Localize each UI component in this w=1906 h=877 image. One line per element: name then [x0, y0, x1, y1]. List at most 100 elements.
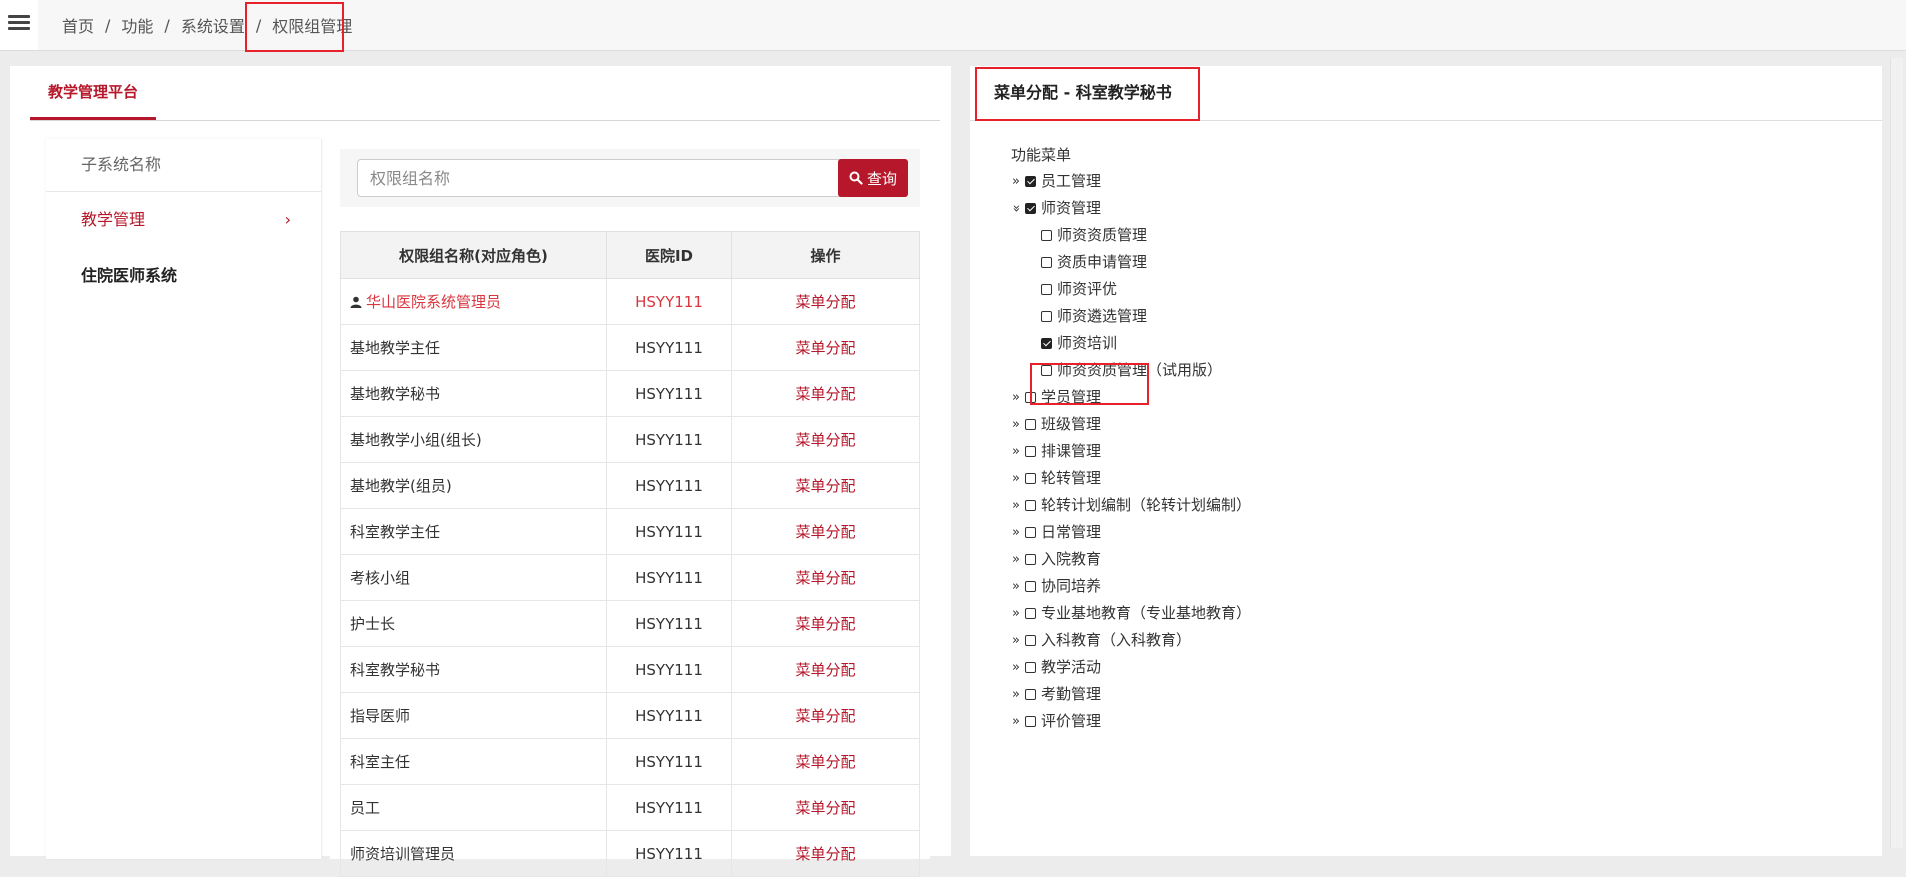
- assign-menu-link[interactable]: 菜单分配: [795, 339, 855, 357]
- table-cell-action: 菜单分配: [731, 830, 920, 877]
- tree-leaf-label[interactable]: 师资评优: [1057, 276, 1117, 303]
- tree-node-label[interactable]: 师资管理: [1041, 195, 1101, 222]
- table-header-row: 权限组名称(对应角色) 医院ID 操作: [340, 231, 920, 279]
- checkbox-icon[interactable]: [1025, 662, 1036, 673]
- table-cell-action: 菜单分配: [731, 554, 920, 601]
- checkbox-icon[interactable]: [1025, 554, 1036, 565]
- table-row: 科室教学秘书 HSYY111 菜单分配: [340, 646, 920, 693]
- tree-node-label[interactable]: 班级管理: [1041, 411, 1101, 438]
- assign-menu-link[interactable]: 菜单分配: [795, 799, 855, 817]
- tree-node-label[interactable]: 入科教育（入科教育）: [1041, 627, 1191, 654]
- breadcrumb-home[interactable]: 首页: [62, 13, 94, 37]
- checkbox-icon[interactable]: [1025, 608, 1036, 619]
- assign-menu-link[interactable]: 菜单分配: [795, 385, 855, 403]
- checkbox-icon[interactable]: [1025, 581, 1036, 592]
- checkbox-icon[interactable]: [1041, 284, 1052, 295]
- search-button[interactable]: 查询: [838, 159, 908, 197]
- breadcrumb-system-settings[interactable]: 系统设置: [181, 13, 245, 37]
- table-cell-name: 华山医院系统管理员: [340, 278, 607, 325]
- annotation-box-title: [975, 67, 1200, 121]
- tree-leaf-label[interactable]: 师资资质管理: [1057, 222, 1147, 249]
- assign-menu-link[interactable]: 菜单分配: [795, 293, 855, 311]
- expand-icon[interactable]: »: [1009, 384, 1023, 411]
- tree-node-label[interactable]: 入院教育: [1041, 546, 1101, 573]
- expand-icon[interactable]: »: [1009, 681, 1023, 708]
- menu-toggle-icon[interactable]: [8, 12, 30, 34]
- checkbox-checked-icon[interactable]: [1041, 338, 1052, 349]
- assign-menu-link[interactable]: 菜单分配: [795, 431, 855, 449]
- checkbox-checked-icon[interactable]: [1025, 176, 1036, 187]
- tree-node-label[interactable]: 评价管理: [1041, 708, 1101, 735]
- tree-node-label[interactable]: 考勤管理: [1041, 681, 1101, 708]
- assign-menu-link[interactable]: 菜单分配: [795, 661, 855, 679]
- checkbox-icon[interactable]: [1025, 446, 1036, 457]
- tree-node-label[interactable]: 教学活动: [1041, 654, 1101, 681]
- tree-node-label[interactable]: 轮转计划编制（轮转计划编制）: [1041, 492, 1251, 519]
- table-cell-action: 菜单分配: [731, 646, 920, 693]
- tree-root-label: 功能菜单: [1011, 146, 1072, 164]
- checkbox-icon[interactable]: [1025, 716, 1036, 727]
- expand-icon[interactable]: »: [1009, 708, 1023, 735]
- assign-menu-link[interactable]: 菜单分配: [795, 523, 855, 541]
- expand-icon[interactable]: »: [1009, 519, 1023, 546]
- checkbox-icon[interactable]: [1025, 689, 1036, 700]
- subsystem-item-resident[interactable]: 住院医师系统: [46, 248, 321, 304]
- tree-node-schedule: » 排课管理: [1009, 438, 1251, 465]
- subsystem-item-teaching[interactable]: 教学管理 ›: [46, 192, 321, 248]
- table-cell-action: 菜单分配: [731, 370, 920, 417]
- vertical-scrollbar[interactable]: [1890, 58, 1903, 848]
- assign-menu-link[interactable]: 菜单分配: [795, 615, 855, 633]
- table-row: 基地教学主任 HSYY111 菜单分配: [340, 324, 920, 371]
- breadcrumb-separator: /: [164, 15, 170, 35]
- tree-leaf-label[interactable]: 师资培训: [1057, 330, 1117, 357]
- tree-leaf-label[interactable]: 师资遴选管理: [1057, 303, 1147, 330]
- tree-leaf-label[interactable]: 资质申请管理: [1057, 249, 1147, 276]
- expand-icon[interactable]: »: [1009, 573, 1023, 600]
- assign-menu-link[interactable]: 菜单分配: [795, 569, 855, 587]
- breadcrumb-function[interactable]: 功能: [121, 13, 153, 37]
- checkbox-icon[interactable]: [1025, 419, 1036, 430]
- checkbox-icon[interactable]: [1025, 635, 1036, 646]
- tab-teaching-platform[interactable]: 教学管理平台: [30, 66, 157, 120]
- tree-node-label[interactable]: 日常管理: [1041, 519, 1101, 546]
- search-button-label: 查询: [866, 169, 897, 188]
- table-cell-hospital-id: HSYY111: [606, 738, 732, 785]
- tree-node-rotation: » 轮转管理: [1009, 465, 1251, 492]
- table-cell-name: 基地教学秘书: [340, 370, 607, 417]
- table-row: 基地教学小组(组长) HSYY111 菜单分配: [340, 416, 920, 463]
- tree-node-label[interactable]: 轮转管理: [1041, 465, 1101, 492]
- assign-menu-link[interactable]: 菜单分配: [795, 753, 855, 771]
- expand-icon[interactable]: »: [1009, 654, 1023, 681]
- checkbox-icon[interactable]: [1025, 473, 1036, 484]
- tree-leaf: 师资资质管理: [1009, 222, 1251, 249]
- expand-icon[interactable]: »: [1009, 627, 1023, 654]
- expand-icon[interactable]: »: [1009, 465, 1023, 492]
- permission-group-table: 权限组名称(对应角色) 医院ID 操作 华山医院系统管理员 HSYY111 菜单…: [340, 231, 920, 877]
- table-cell-hospital-id: HSYY111: [606, 278, 732, 325]
- expand-icon[interactable]: »: [1009, 411, 1023, 438]
- assign-menu-link[interactable]: 菜单分配: [795, 707, 855, 725]
- checkbox-icon[interactable]: [1041, 311, 1052, 322]
- assign-menu-link[interactable]: 菜单分配: [795, 477, 855, 495]
- tree-node-label[interactable]: 员工管理: [1041, 168, 1101, 195]
- checkbox-icon[interactable]: [1041, 257, 1052, 268]
- checkbox-icon[interactable]: [1025, 527, 1036, 538]
- tree-node-label[interactable]: 排课管理: [1041, 438, 1101, 465]
- checkbox-icon[interactable]: [1041, 230, 1052, 241]
- table-cell-hospital-id: HSYY111: [606, 508, 732, 555]
- tree-node-admission-education: » 入院教育: [1009, 546, 1251, 573]
- right-panel: 菜单分配 - 科室教学秘书 功能菜单 » 员工管理 » 师资管理 师资资质管理 …: [970, 66, 1882, 856]
- tree-leaf: 资质申请管理: [1009, 249, 1251, 276]
- permission-group-search-input[interactable]: [357, 159, 841, 197]
- checkbox-checked-icon[interactable]: [1025, 203, 1036, 214]
- expand-icon[interactable]: »: [1009, 168, 1023, 195]
- assign-menu-link[interactable]: 菜单分配: [795, 845, 855, 863]
- expand-icon[interactable]: »: [1009, 600, 1023, 627]
- checkbox-icon[interactable]: [1025, 500, 1036, 511]
- expand-icon[interactable]: »: [1009, 492, 1023, 519]
- table-cell-action: 菜单分配: [731, 462, 920, 509]
- expand-icon[interactable]: »: [1009, 546, 1023, 573]
- tree-node-label[interactable]: 专业基地教育（专业基地教育）: [1041, 600, 1251, 627]
- expand-icon[interactable]: »: [1009, 438, 1023, 465]
- tree-node-label[interactable]: 协同培养: [1041, 573, 1101, 600]
